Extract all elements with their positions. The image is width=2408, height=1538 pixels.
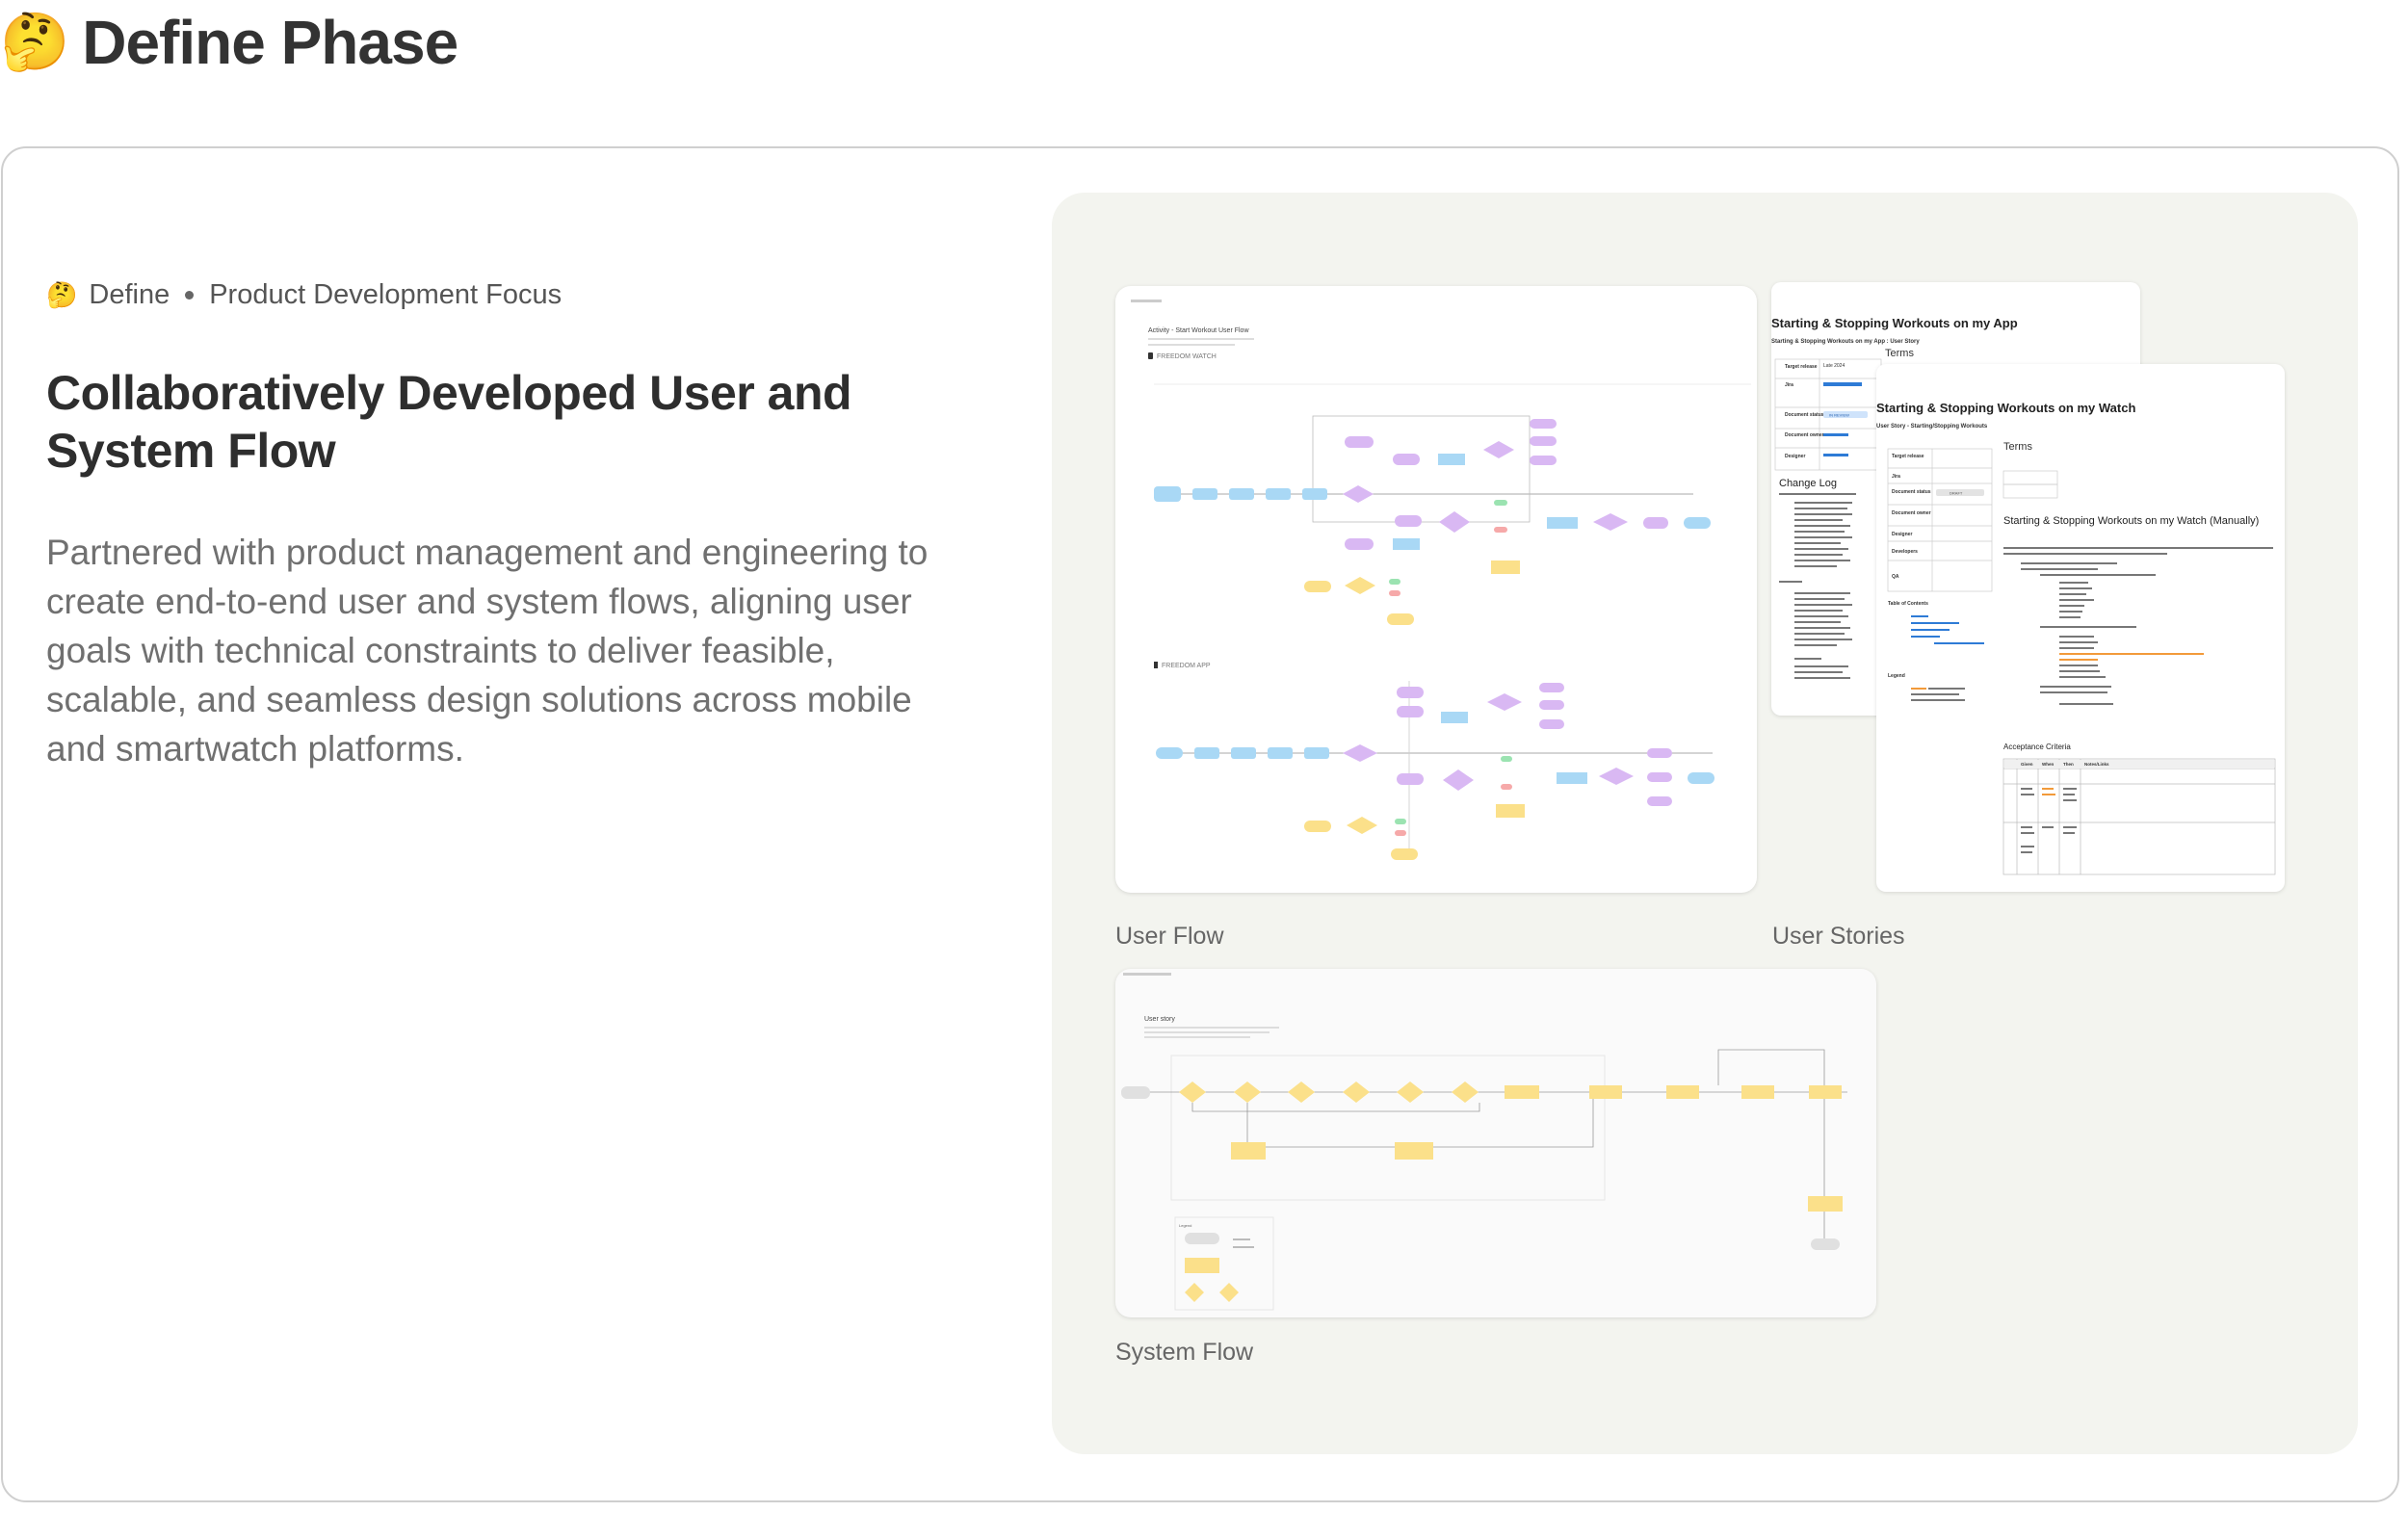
change-log-heading: Change Log [1779, 478, 1837, 489]
svg-text:Notes/Links: Notes/Links [2084, 762, 2109, 767]
eyebrow-phase: Define [89, 279, 170, 310]
eyebrow-focus: Product Development Focus [209, 279, 563, 310]
system-flow-legend: Legend [1179, 1223, 1191, 1228]
svg-text:Target release: Target release [1892, 454, 1924, 459]
app-doc-title: Starting & Stopping Workouts on my App [1771, 316, 2018, 330]
thinking-face-icon: 🤔 [0, 11, 69, 73]
system-flow-image[interactable]: User story Legend [1115, 969, 1876, 1317]
svg-text:DRAFT: DRAFT [1950, 491, 1963, 496]
svg-text:Jira: Jira [1785, 382, 1793, 388]
watch-doc-subtitle: User Story - Starting/Stopping Workouts [1876, 424, 1988, 430]
toc-heading: Table of Contents [1888, 601, 1928, 607]
section-eyebrow: 🤔 Define Product Development Focus [46, 279, 562, 311]
page-title: 🤔 Define Phase [0, 0, 458, 85]
system-flow-doc-title: User story [1144, 1016, 1175, 1023]
section-body: Partnered with product management and en… [46, 533, 929, 769]
legend-heading: Legend [1888, 673, 1905, 679]
svg-text:Document owner: Document owner [1892, 510, 1931, 516]
app-doc-terms: Terms [1885, 348, 1914, 359]
svg-text:Target release: Target release [1785, 364, 1818, 370]
svg-text:Document status: Document status [1892, 489, 1931, 495]
svg-text:Given: Given [2021, 762, 2033, 767]
image-gallery: Activity - Start Workout User Flow FREED… [1052, 193, 2358, 1454]
app-flow-diagram [1156, 681, 1714, 860]
bullet-dot-icon [185, 291, 195, 300]
lane-watch-label: FREEDOM WATCH [1157, 353, 1217, 360]
user-story-watch-doc[interactable]: Starting & Stopping Workouts on my Watch… [1876, 364, 2285, 892]
svg-text:QA: QA [1892, 574, 1899, 580]
user-flow-label: User Flow [1115, 923, 1224, 950]
svg-text:Then: Then [2063, 762, 2074, 767]
svg-text:Late 2024: Late 2024 [1823, 363, 1845, 369]
svg-text:Developers: Developers [1892, 549, 1918, 555]
svg-text:Designer: Designer [1785, 454, 1805, 459]
system-flow-label: System Flow [1115, 1339, 1254, 1366]
system-flow-diagram [1121, 1049, 1847, 1250]
watch-flow-diagram [1154, 415, 1711, 625]
svg-text:Jira: Jira [1892, 474, 1900, 480]
lane-app-label: FREEDOM APP [1162, 663, 1211, 669]
thinking-face-icon: 🤔 [46, 280, 78, 309]
user-flow-image[interactable]: Activity - Start Workout User Flow FREED… [1115, 286, 1757, 893]
watch-doc-section-heading: Starting & Stopping Workouts on my Watch… [2003, 515, 2259, 527]
svg-text:Designer: Designer [1892, 532, 1912, 537]
svg-text:Document owner: Document owner [1785, 432, 1824, 438]
svg-text:When: When [2042, 762, 2054, 767]
watch-doc-terms: Terms [2003, 441, 2032, 453]
user-stories-label: User Stories [1772, 923, 1905, 950]
svg-text:IN REVIEW: IN REVIEW [1829, 413, 1849, 418]
page-title-text: Define Phase [82, 8, 458, 77]
watch-doc-title: Starting & Stopping Workouts on my Watch [1876, 401, 2135, 415]
acceptance-criteria-heading: Acceptance Criteria [2003, 743, 2071, 751]
section-headline: Collaboratively Developed User and Syste… [46, 366, 852, 478]
svg-text:Document status: Document status [1785, 412, 1824, 418]
user-flow-doc-title: Activity - Start Workout User Flow [1148, 327, 1249, 334]
app-doc-subtitle: Starting & Stopping Workouts on my App :… [1771, 339, 1920, 345]
